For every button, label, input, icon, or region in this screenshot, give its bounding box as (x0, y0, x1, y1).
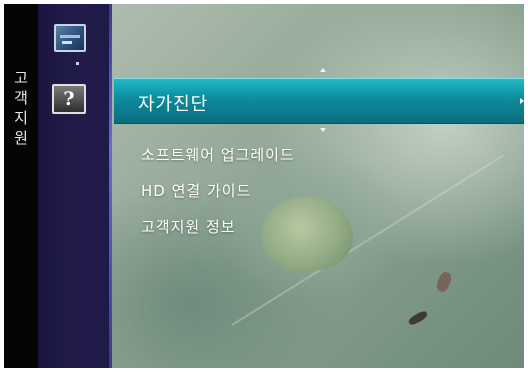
title-char-2: 객 (14, 89, 28, 107)
menu-item-software-upgrade[interactable]: 소프트웨어 업그레이드 (141, 144, 295, 165)
support-icon-bar-short (62, 41, 72, 44)
background-speck-2 (407, 309, 429, 327)
help-question-icon[interactable]: ? (52, 84, 86, 114)
background-speck (434, 270, 454, 294)
category-icon-column: ? (38, 4, 112, 368)
background-frog (255, 187, 359, 281)
menu-item-support-info[interactable]: 고객지원 정보 (141, 216, 236, 237)
menu-category-title: 고 객 지 원 (4, 4, 38, 368)
title-char-1: 고 (14, 69, 28, 87)
title-char-4: 원 (14, 129, 28, 147)
support-icon-bar (60, 35, 80, 38)
menu-item-selected[interactable]: 자가진단 (114, 78, 524, 124)
menu-item-hd-connection-guide[interactable]: HD 연결 가이드 (141, 180, 251, 201)
tv-menu-screen: 고 객 지 원 ? 자가진단 소프트웨어 업그레이드 HD 연결 가이드 고객지… (4, 4, 524, 368)
scroll-down-icon[interactable] (320, 128, 326, 132)
title-char-3: 지 (14, 109, 28, 127)
menu-item-self-diagnosis: 자가진단 (138, 94, 209, 115)
scroll-up-icon[interactable] (320, 68, 326, 72)
icon-indicator-dot (76, 62, 79, 65)
support-icon[interactable] (54, 24, 86, 52)
chevron-right-icon (520, 98, 524, 104)
